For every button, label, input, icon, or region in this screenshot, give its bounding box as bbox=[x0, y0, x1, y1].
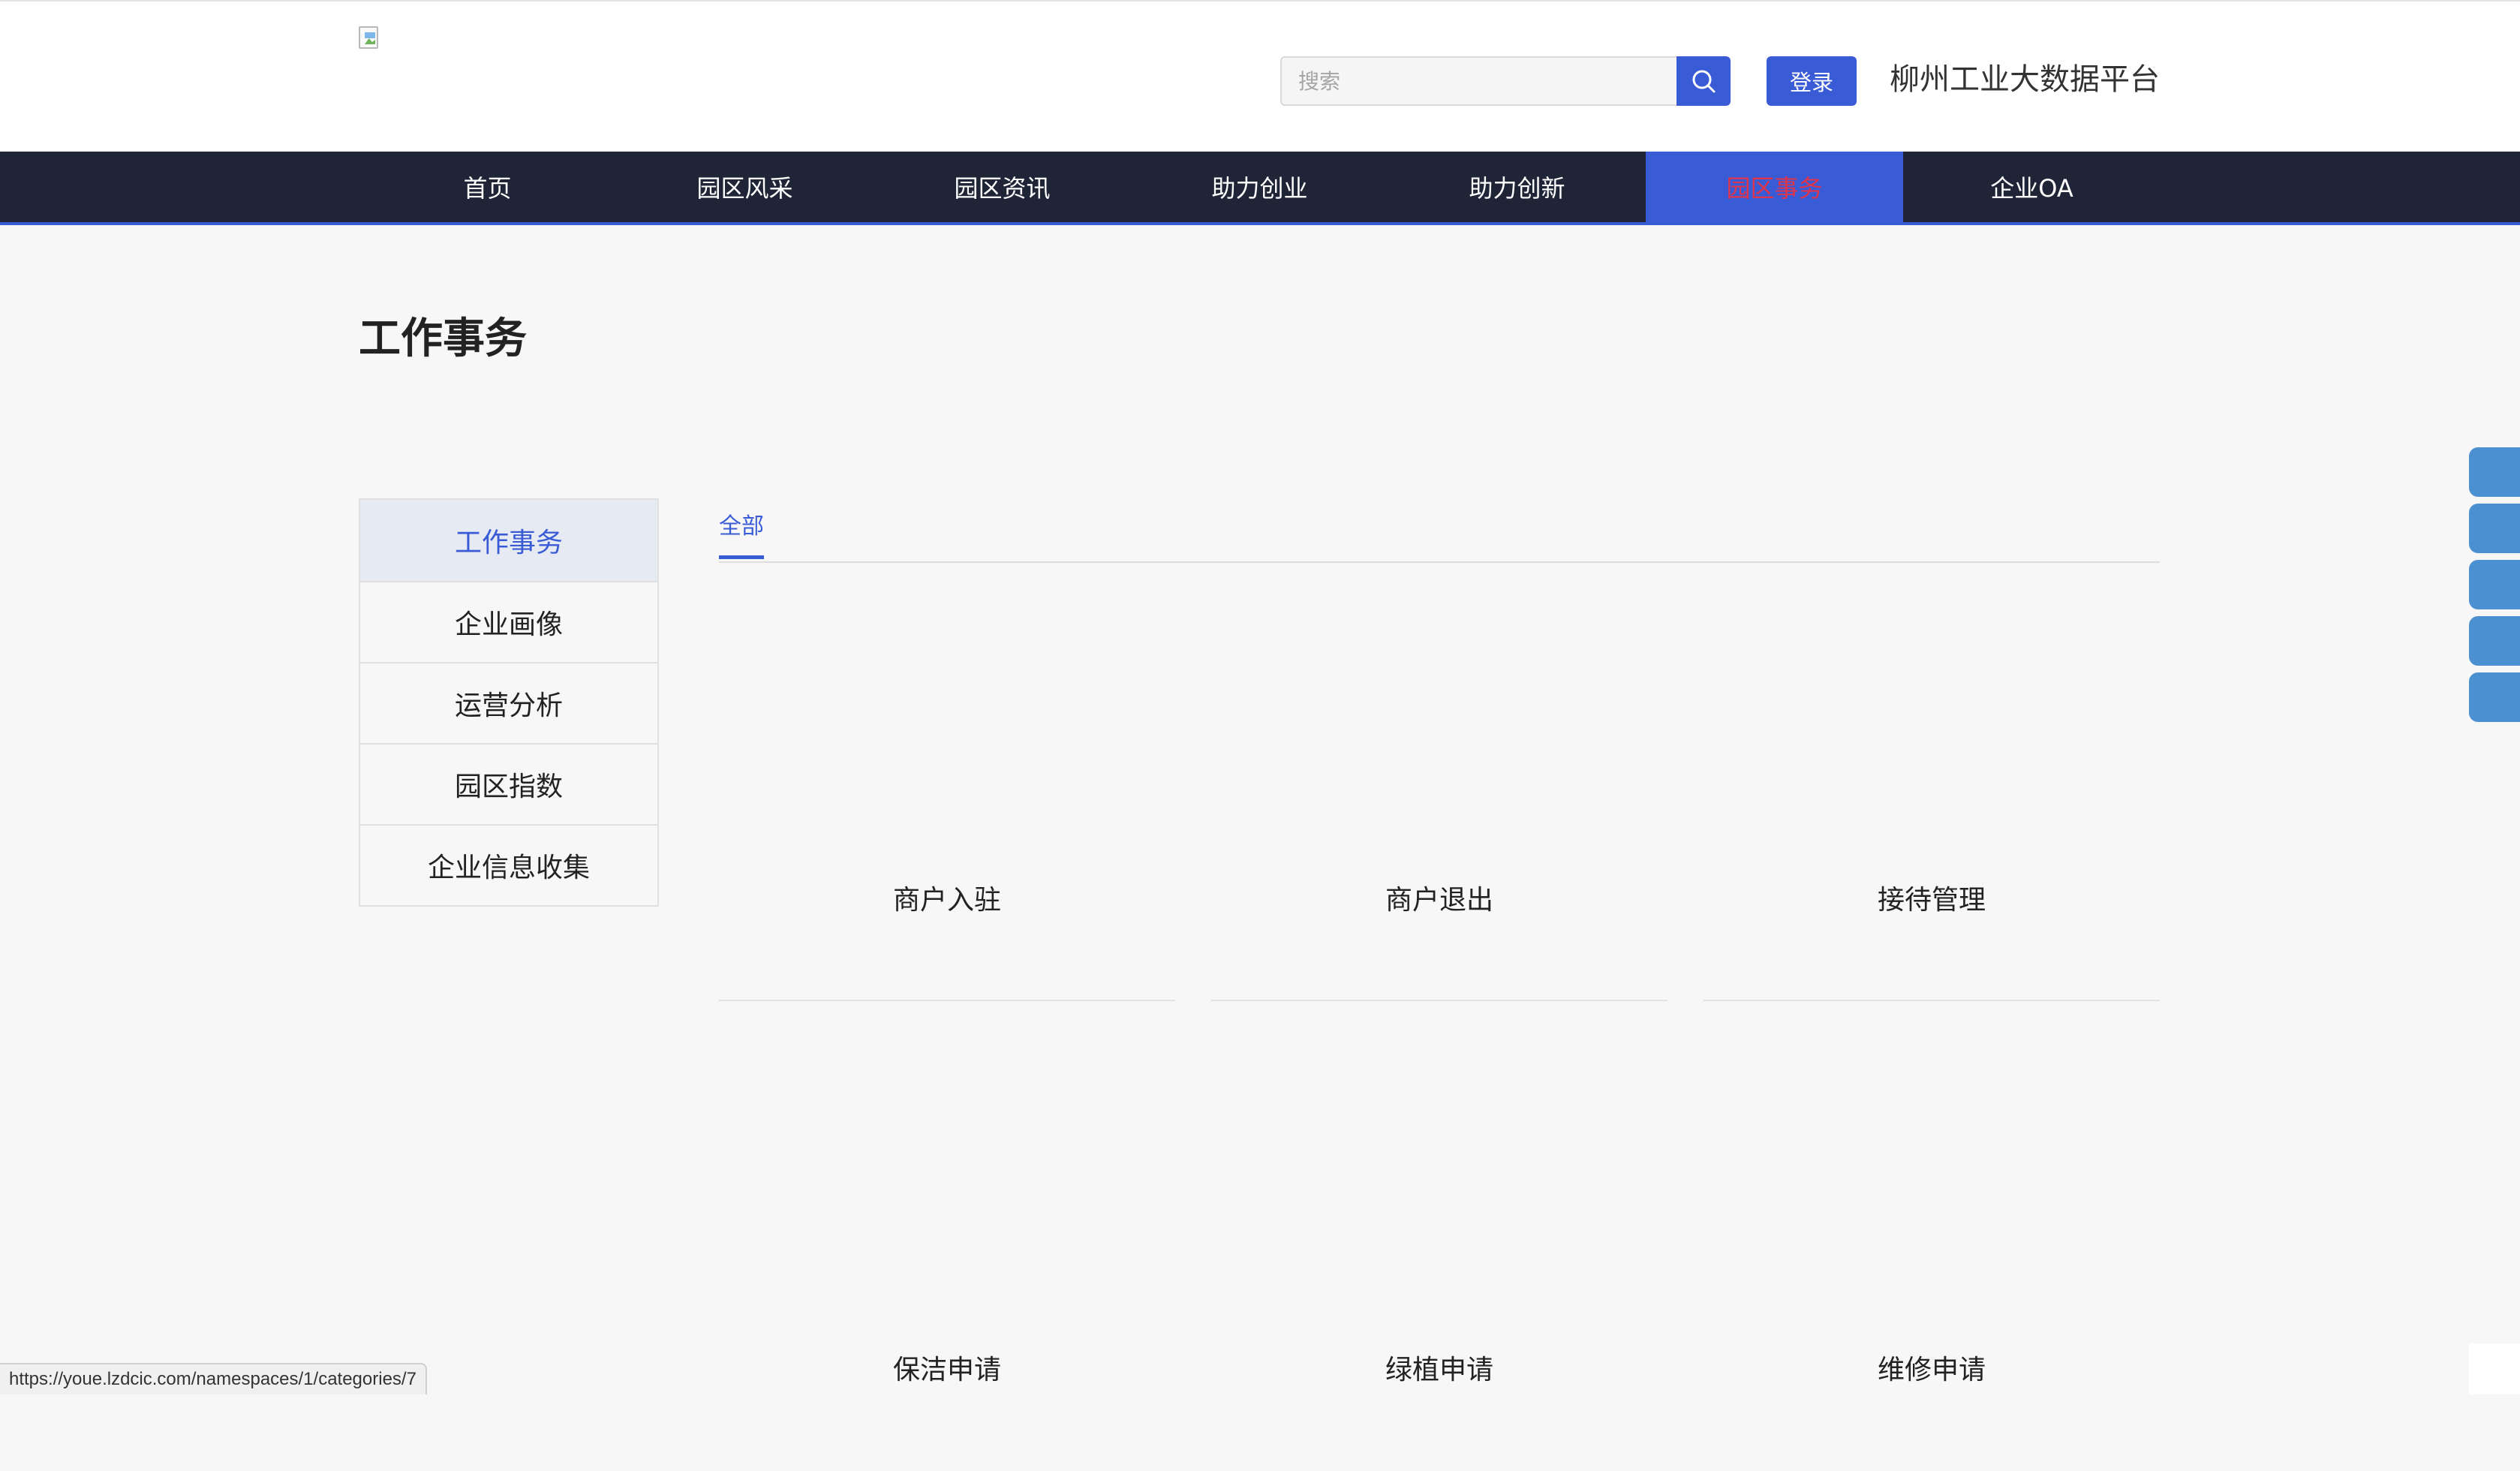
service-card-reception-management[interactable]: 接待管理 bbox=[1704, 596, 2160, 1001]
nav-item-park-showcase[interactable]: 园区风采 bbox=[616, 152, 874, 222]
category-tabs: 全部 bbox=[719, 503, 2160, 563]
card-label: 保洁申请 bbox=[892, 1355, 1001, 1385]
status-bar-url: https://youe.lzdcic.com/namespaces/1/cat… bbox=[0, 1363, 427, 1394]
service-card-merchant-exit[interactable]: 商户退出 bbox=[1211, 596, 1667, 1001]
card-label: 接待管理 bbox=[1877, 885, 1986, 916]
nav-item-park-affairs[interactable]: 园区事务 bbox=[1646, 152, 1903, 222]
sidebar-item-enterprise-info-collection[interactable]: 企业信息收集 bbox=[360, 824, 657, 905]
search-icon bbox=[1692, 70, 1716, 93]
floating-button[interactable] bbox=[2469, 672, 2520, 722]
search-button[interactable] bbox=[1676, 56, 1731, 106]
sidebar-menu: 工作事务 企业画像 运营分析 园区指数 企业信息收集 bbox=[359, 498, 659, 907]
platform-title: 柳州工业大数据平台 bbox=[1890, 62, 2160, 97]
floating-button[interactable] bbox=[2469, 616, 2520, 666]
sidebar-item-operation-analysis[interactable]: 运营分析 bbox=[360, 662, 657, 743]
nav-item-innovation-support[interactable]: 助力创新 bbox=[1388, 152, 1646, 222]
nav-item-enterprise-oa[interactable]: 企业OA bbox=[1903, 152, 2161, 222]
login-button[interactable]: 登录 bbox=[1767, 56, 1857, 106]
site-header: 登录 柳州工业大数据平台 bbox=[0, 0, 2520, 150]
service-card-cleaning-request[interactable]: 保洁申请 bbox=[719, 1066, 1175, 1471]
floating-button[interactable] bbox=[2469, 447, 2520, 497]
floating-button[interactable] bbox=[2469, 560, 2520, 609]
corner-panel bbox=[2469, 1343, 2520, 1394]
nav-item-park-news[interactable]: 园区资讯 bbox=[874, 152, 1131, 222]
broken-image-icon bbox=[359, 26, 378, 49]
sidebar-item-park-index[interactable]: 园区指数 bbox=[360, 743, 657, 824]
card-label: 维修申请 bbox=[1877, 1355, 1986, 1385]
nav-item-home[interactable]: 首页 bbox=[359, 152, 616, 222]
nav-item-startup-support[interactable]: 助力创业 bbox=[1131, 152, 1388, 222]
search-field[interactable] bbox=[1280, 56, 1679, 106]
logo-image[interactable] bbox=[359, 26, 383, 50]
sidebar-item-enterprise-profile[interactable]: 企业画像 bbox=[360, 581, 657, 662]
floating-toolbar bbox=[2469, 447, 2520, 729]
tab-all[interactable]: 全部 bbox=[719, 512, 764, 559]
service-card-greenery-request[interactable]: 绿植申请 bbox=[1211, 1066, 1667, 1471]
main-nav: 首页 园区风采 园区资讯 助力创业 助力创新 园区事务 企业OA bbox=[0, 152, 2520, 225]
search-input[interactable] bbox=[1282, 58, 1678, 104]
service-card-repair-request[interactable]: 维修申请 bbox=[1704, 1066, 2160, 1471]
card-label: 商户退出 bbox=[1385, 885, 1493, 916]
page-title: 工作事务 bbox=[359, 314, 527, 363]
sidebar-item-work-affairs[interactable]: 工作事务 bbox=[360, 500, 657, 581]
card-label: 商户入驻 bbox=[892, 885, 1001, 916]
floating-button[interactable] bbox=[2469, 504, 2520, 553]
service-card-merchant-entry[interactable]: 商户入驻 bbox=[719, 596, 1175, 1001]
card-label: 绿植申请 bbox=[1385, 1355, 1493, 1385]
